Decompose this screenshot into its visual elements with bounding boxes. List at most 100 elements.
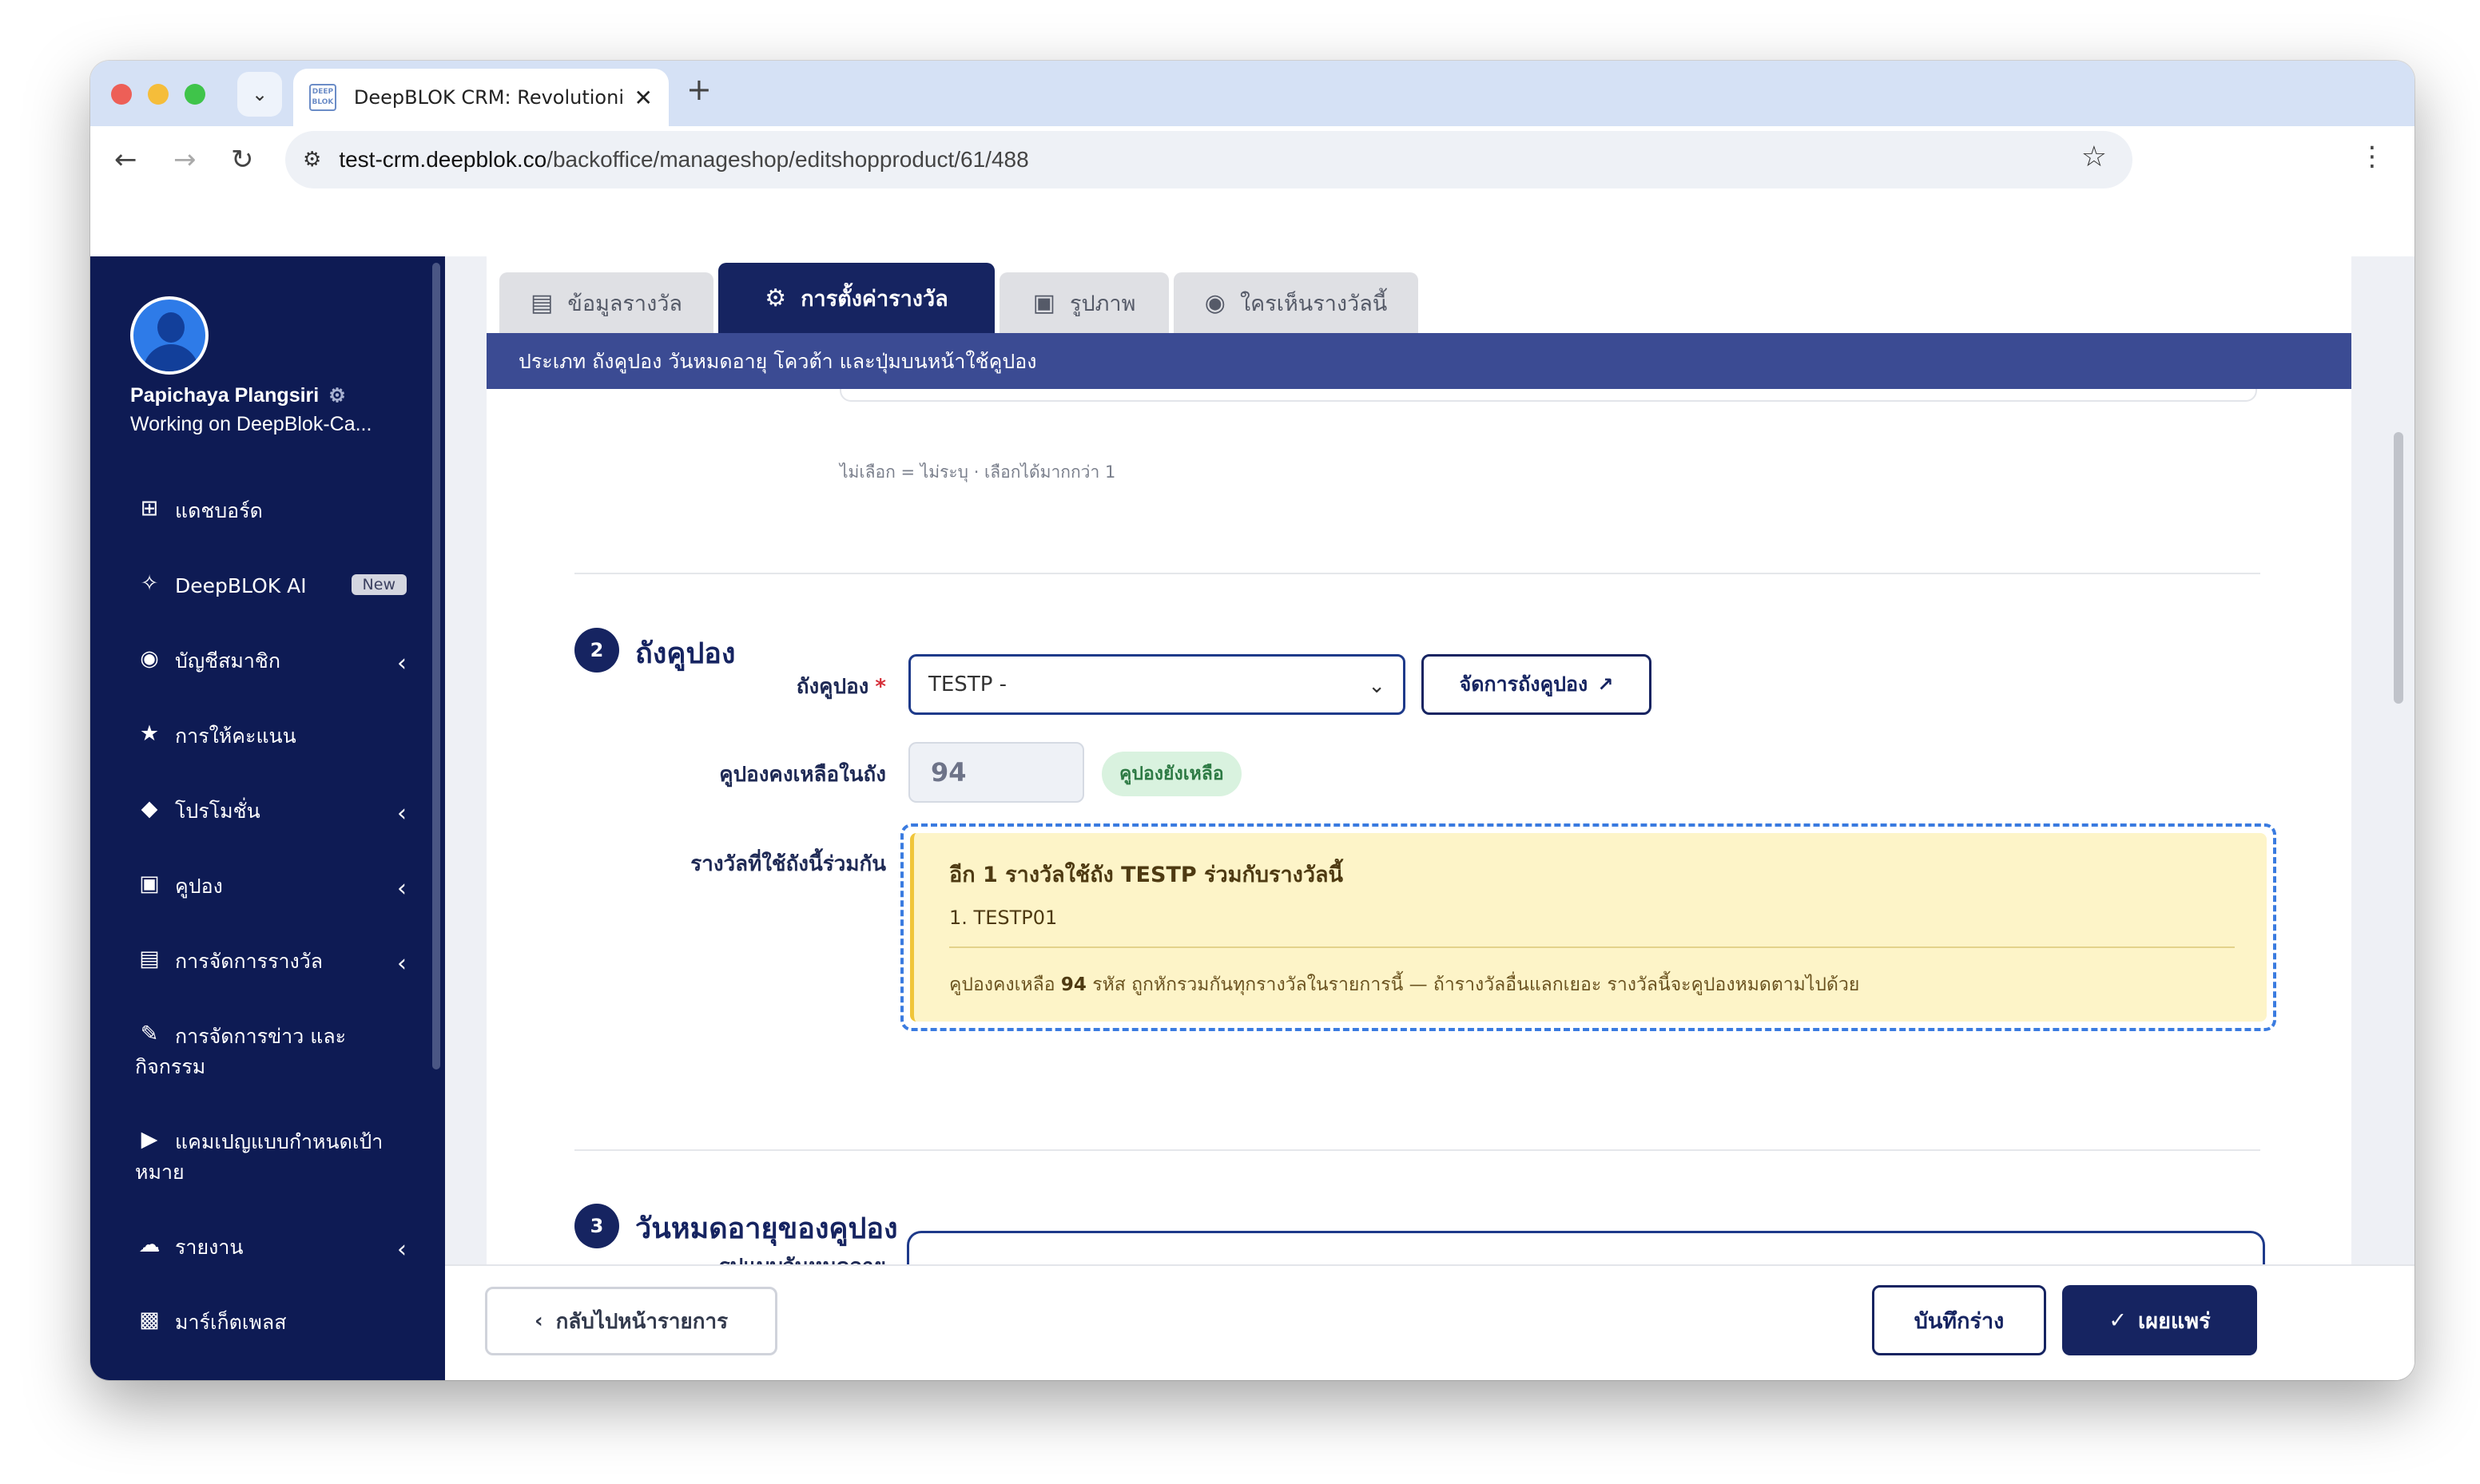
sidebar-item-dashboard[interactable]: ⊞ แดชบอร์ด bbox=[135, 496, 407, 526]
maximize-window-button[interactable] bbox=[185, 84, 205, 105]
coupon-pool-select[interactable]: TESTP - ⌄ bbox=[908, 654, 1405, 715]
sidebar-item-news[interactable]: ✎ การจัดการข่าว และ กิจกรรม bbox=[135, 1022, 407, 1082]
address-bar[interactable]: ⚙ test-crm.deepblok.co/backoffice/manage… bbox=[285, 131, 2132, 188]
shared-rewards-box: อีก 1 รางวัลใช้ถัง TESTP ร่วมกับรางวัลนี… bbox=[900, 823, 2276, 1031]
browser-window: ⌄ DEEP BLOK DeepBLOK CRM: Revolutioniz ✕… bbox=[90, 61, 2414, 1380]
step-number: 2 bbox=[574, 628, 619, 673]
main-scrollbar[interactable] bbox=[2394, 432, 2403, 704]
remaining-coupons-field: 94 bbox=[908, 742, 1084, 803]
avatar[interactable] bbox=[130, 296, 209, 375]
publish-button[interactable]: ✓ เผยแพร่ bbox=[2062, 1285, 2257, 1355]
browser-menu-icon[interactable]: ⋮ bbox=[2359, 141, 2386, 173]
edit-icon: ✎ bbox=[140, 1022, 159, 1046]
close-tab-icon[interactable]: ✕ bbox=[634, 85, 653, 111]
megaphone-icon: ▶ bbox=[141, 1127, 158, 1152]
reload-icon[interactable]: ↻ bbox=[231, 144, 254, 176]
new-tab-icon[interactable]: + bbox=[686, 72, 712, 107]
sidebar-item-coupons[interactable]: ▣ คูปอง ‹ bbox=[135, 871, 407, 903]
sidebar-item-campaigns[interactable]: ▶ แคมเปญแบบกำหนดเป้า หมาย bbox=[135, 1127, 407, 1188]
sidebar-item-reports[interactable]: ☁ รายงาน ‹ bbox=[135, 1232, 407, 1264]
forward-arrow-icon[interactable]: → bbox=[173, 144, 197, 176]
sparkle-icon: ✧ bbox=[140, 571, 159, 596]
reward-settings-card: ▤ ข้อมูลรางวัล ⚙ การตั้งค่ารางวัล ▣ รูปภ… bbox=[487, 256, 2351, 1303]
back-to-list-button[interactable]: ‹ กลับไปหน้ารายการ bbox=[485, 1287, 777, 1355]
sidebar-item-marketplace[interactable]: ▩ มาร์เก็ตเพลส bbox=[135, 1307, 407, 1338]
chevron-left-icon: ‹ bbox=[397, 875, 407, 903]
sidebar-item-label: โปรโมชั่น bbox=[175, 800, 260, 823]
field-hint: ไม่เลือก = ไม่ระบุ · เลือกได้มากกว่า 1 bbox=[840, 462, 1116, 482]
section-divider bbox=[574, 1149, 2260, 1151]
tab-description-bar: ประเภท ถังคูปอง วันหมดอายุ โควต้า และปุ่… bbox=[487, 333, 2351, 389]
shared-rewards-warning: อีก 1 รางวัลใช้ถัง TESTP ร่วมกับรางวัลนี… bbox=[910, 833, 2267, 1022]
sidebar-item-promotions[interactable]: ◆ โปรโมชั่น ‹ bbox=[135, 796, 407, 827]
form-footer: ‹ กลับไปหน้ารายการ บันทึกร่าง ✓ เผยแพร่ bbox=[445, 1264, 2414, 1380]
external-link-icon: ↗ bbox=[1597, 673, 1614, 696]
bookmark-star-icon[interactable]: ☆ bbox=[2081, 141, 2107, 173]
sidebar-scrollbar[interactable] bbox=[432, 263, 440, 1069]
close-window-button[interactable] bbox=[111, 84, 132, 105]
sidebar-item-label: มาร์เก็ตเพลส bbox=[175, 1311, 287, 1334]
chevron-left-icon: ‹ bbox=[397, 649, 407, 677]
tab-reward-settings[interactable]: ⚙ การตั้งค่ารางวัล bbox=[718, 263, 995, 333]
dashboard-icon: ⊞ bbox=[140, 496, 159, 521]
sidebar-item-label: การให้คะแนน bbox=[175, 724, 296, 748]
section-title: ถังคูปอง bbox=[635, 637, 736, 670]
tab-search-button[interactable]: ⌄ bbox=[237, 72, 282, 117]
gear-icon[interactable]: ⚙ bbox=[328, 384, 346, 407]
list-item: 1. TESTP01 bbox=[949, 907, 1058, 929]
url-text[interactable]: test-crm.deepblok.co/backoffice/managesh… bbox=[339, 147, 1028, 173]
tab-label: รูปภาพ bbox=[1069, 291, 1136, 316]
chevron-down-icon: ⌄ bbox=[251, 83, 268, 105]
sidebar: Papichaya Plangsiri ⚙ Working on DeepBlok… bbox=[90, 256, 445, 1380]
remaining-coupons-label: คูปองคงเหลือในถัง bbox=[719, 763, 886, 787]
save-draft-button[interactable]: บันทึกร่าง bbox=[1872, 1285, 2046, 1355]
divider bbox=[949, 946, 2235, 948]
step-number: 3 bbox=[574, 1204, 619, 1248]
browser-tab-title: DeepBLOK CRM: Revolutioniz bbox=[353, 86, 625, 109]
ticket-icon: ▣ bbox=[139, 871, 160, 896]
sidebar-item-label: แดชบอร์ด bbox=[175, 499, 263, 522]
sidebar-item-deepblok-ai[interactable]: ✧ DeepBLOK AI New bbox=[135, 571, 407, 601]
new-badge: New bbox=[351, 574, 407, 595]
user-name: Papichaya Plangsiri ⚙ bbox=[130, 384, 346, 407]
minimize-window-button[interactable] bbox=[148, 84, 169, 105]
users-icon: ◉ bbox=[1204, 288, 1226, 317]
section-divider bbox=[574, 573, 2260, 574]
sidebar-item-rating[interactable]: ★ การให้คะแนน bbox=[135, 721, 407, 752]
image-icon: ▣ bbox=[1032, 288, 1055, 317]
sidebar-item-label: DeepBLOK AI bbox=[175, 574, 307, 597]
users-icon: ◉ bbox=[140, 646, 159, 671]
tab-visibility[interactable]: ◉ ใครเห็นรางวัลนี้ bbox=[1174, 272, 1418, 333]
browser-tab[interactable]: DEEP BLOK DeepBLOK CRM: Revolutioniz ✕ bbox=[293, 69, 669, 126]
chevron-left-icon: ‹ bbox=[397, 1236, 407, 1264]
sidebar-item-members[interactable]: ◉ บัญชีสมาชิก ‹ bbox=[135, 646, 407, 677]
favicon-icon: DEEP BLOK bbox=[309, 84, 336, 111]
coupon-pool-value: TESTP - bbox=[928, 673, 1008, 696]
sidebar-item-label: การจัดการรางวัล bbox=[175, 950, 324, 973]
tab-label: ใครเห็นรางวัลนี้ bbox=[1239, 291, 1388, 316]
sidebar-item-label: การจัดการข่าว และ กิจกรรม bbox=[135, 1025, 347, 1078]
clipboard-icon: ▤ bbox=[531, 288, 554, 317]
sidebar-item-rewards[interactable]: ▤ การจัดการรางวัล ‹ bbox=[135, 946, 407, 978]
workspace-name: Working on DeepBlok-Ca... bbox=[130, 413, 372, 435]
tag-icon: ◆ bbox=[141, 796, 158, 821]
chevron-left-icon: ‹ bbox=[397, 800, 407, 827]
browser-toolbar: ← → ↻ ⚙ test-crm.deepblok.co/backoffice/… bbox=[90, 126, 2414, 196]
tab-reward-info[interactable]: ▤ ข้อมูลรางวัล bbox=[499, 272, 713, 333]
back-arrow-icon[interactable]: ← bbox=[114, 144, 137, 176]
sidebar-item-label: แคมเปญแบบกำหนดเป้า หมาย bbox=[135, 1130, 384, 1184]
status-badge: คูปองยังเหลือ bbox=[1102, 752, 1242, 796]
manage-coupon-pool-button[interactable]: จัดการถังคูปอง ↗ bbox=[1421, 654, 1651, 715]
tab-label: การตั้งค่ารางวัล bbox=[801, 286, 948, 311]
coupon-pool-label: ถังคูปอง * bbox=[796, 675, 886, 699]
cloud-download-icon: ☁ bbox=[138, 1232, 161, 1257]
tab-description: ประเภท ถังคูปอง วันหมดอายุ โควต้า และปุ่… bbox=[519, 350, 1037, 373]
shared-rewards-label: รางวัลที่ใช้ถังนี้ร่วมกัน bbox=[690, 852, 886, 876]
site-settings-icon[interactable]: ⚙ bbox=[303, 148, 321, 172]
cart-icon: ▤ bbox=[139, 946, 160, 971]
sidebar-item-label: รายงาน bbox=[175, 1236, 244, 1259]
tab-label: ข้อมูลรางวัล bbox=[567, 291, 682, 316]
previous-field-bottom[interactable] bbox=[840, 389, 2257, 402]
tab-images[interactable]: ▣ รูปภาพ bbox=[1000, 272, 1169, 333]
section-title: วันหมดอายุของคูปอง bbox=[635, 1212, 898, 1245]
